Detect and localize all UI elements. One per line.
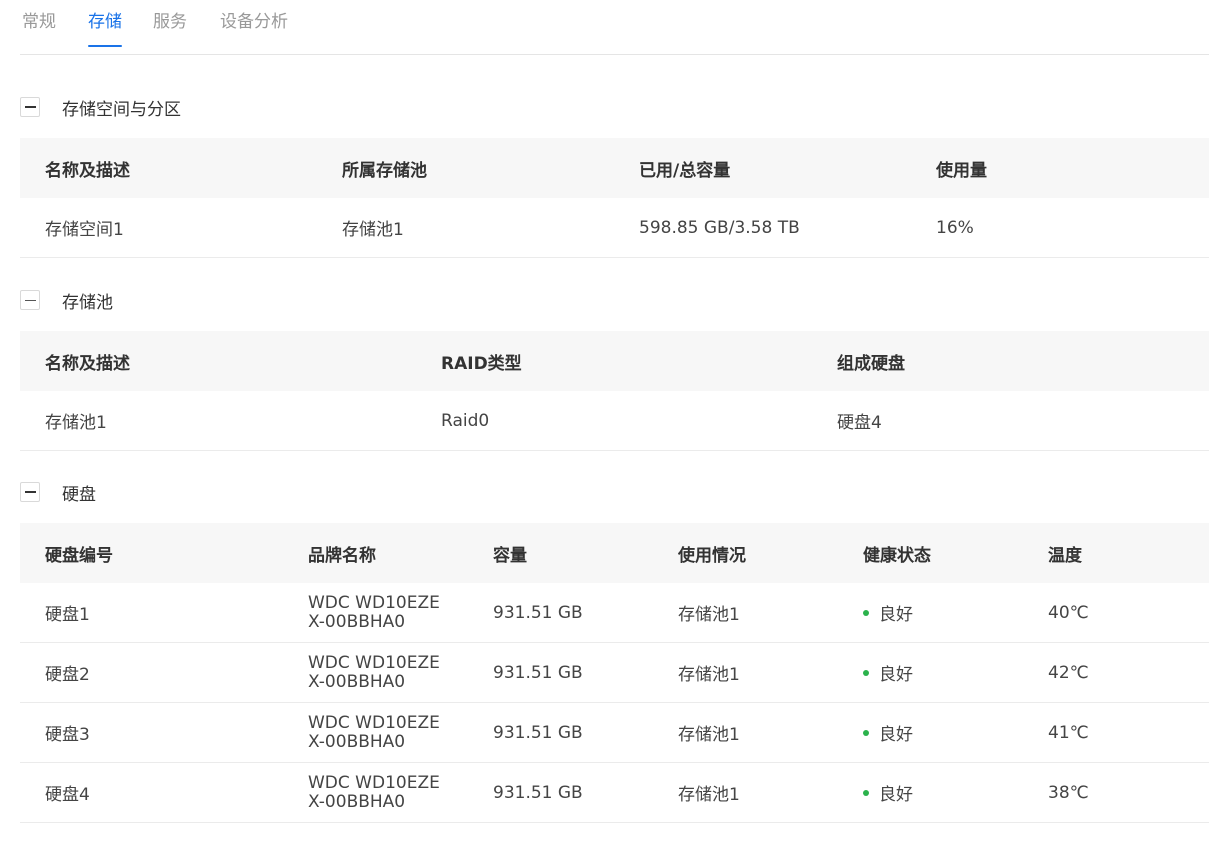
column-header: 使用情况 (653, 523, 838, 583)
disk-brand: WDC WD10EZE X-00BBHA0 (283, 642, 468, 703)
collapse-icon[interactable] (20, 482, 40, 502)
pool-raid-type: Raid0 (416, 391, 812, 451)
tab-storage[interactable]: 存储 (88, 10, 122, 47)
table-row[interactable]: 硬盘2 WDC WD10EZE X-00BBHA0 931.51 GB 存储池1 … (20, 642, 1209, 703)
disk-usage: 存储池1 (653, 762, 838, 823)
disks-table: 硬盘编号 品牌名称 容量 使用情况 健康状态 温度 硬盘1 WDC WD10EZ… (20, 523, 1209, 823)
disk-usage: 存储池1 (653, 702, 838, 763)
disk-temperature: 38℃ (1023, 762, 1209, 823)
column-header: 已用/总容量 (614, 138, 911, 198)
space-capacity: 598.85 GB/3.58 TB (614, 198, 911, 258)
active-tab-indicator (88, 45, 122, 47)
section-header-disks: 硬盘 (20, 481, 96, 505)
disk-health: 良好 (838, 583, 1023, 643)
column-header: 名称及描述 (20, 138, 317, 198)
column-header: 健康状态 (838, 523, 1023, 583)
disk-capacity: 931.51 GB (468, 762, 653, 823)
section-title: 存储池 (62, 292, 113, 313)
disk-brand: WDC WD10EZE X-00BBHA0 (283, 762, 468, 823)
tab-bar: 常规 存储 服务 设备分析 (20, 0, 1209, 55)
section-header-storage-space: 存储空间与分区 (20, 96, 181, 120)
section-title: 硬盘 (62, 484, 96, 505)
column-header: RAID类型 (416, 331, 812, 391)
disk-brand: WDC WD10EZE X-00BBHA0 (283, 583, 468, 643)
table-row[interactable]: 硬盘1 WDC WD10EZE X-00BBHA0 931.51 GB 存储池1 … (20, 583, 1209, 643)
disk-temperature: 42℃ (1023, 642, 1209, 703)
table-row[interactable]: 存储空间1 存储池1 598.85 GB/3.58 TB 16% (20, 198, 1209, 258)
disk-id: 硬盘1 (20, 583, 283, 643)
tab-general[interactable]: 常规 (22, 10, 56, 34)
status-dot-icon (863, 790, 869, 796)
disk-capacity: 931.51 GB (468, 642, 653, 703)
disk-usage: 存储池1 (653, 583, 838, 643)
tab-device-analysis[interactable]: 设备分析 (220, 10, 288, 34)
section-header-storage-pool: 存储池 (20, 289, 113, 313)
collapse-icon[interactable] (20, 290, 40, 310)
tab-services[interactable]: 服务 (153, 10, 187, 34)
disk-capacity: 931.51 GB (468, 583, 653, 643)
column-header: 所属存储池 (317, 138, 614, 198)
table-header-row: 名称及描述 所属存储池 已用/总容量 使用量 (20, 138, 1209, 198)
column-header: 组成硬盘 (812, 331, 1209, 391)
status-dot-icon (863, 610, 869, 616)
table-header-row: 硬盘编号 品牌名称 容量 使用情况 健康状态 温度 (20, 523, 1209, 583)
collapse-icon[interactable] (20, 97, 40, 117)
pool-name: 存储池1 (20, 391, 416, 451)
column-header: 品牌名称 (283, 523, 468, 583)
disk-health: 良好 (838, 762, 1023, 823)
space-usage: 16% (911, 198, 1209, 258)
storage-pool-table: 名称及描述 RAID类型 组成硬盘 存储池1 Raid0 硬盘4 (20, 331, 1209, 451)
space-pool: 存储池1 (317, 198, 614, 258)
table-row[interactable]: 硬盘4 WDC WD10EZE X-00BBHA0 931.51 GB 存储池1 … (20, 762, 1209, 823)
column-header: 使用量 (911, 138, 1209, 198)
disk-health: 良好 (838, 642, 1023, 703)
pool-disks: 硬盘4 (812, 391, 1209, 451)
status-dot-icon (863, 730, 869, 736)
column-header: 温度 (1023, 523, 1209, 583)
space-name: 存储空间1 (20, 198, 317, 258)
storage-space-table: 名称及描述 所属存储池 已用/总容量 使用量 存储空间1 存储池1 598.85… (20, 138, 1209, 258)
disk-id: 硬盘4 (20, 762, 283, 823)
disk-brand: WDC WD10EZE X-00BBHA0 (283, 702, 468, 763)
table-row[interactable]: 硬盘3 WDC WD10EZE X-00BBHA0 931.51 GB 存储池1 … (20, 702, 1209, 763)
disk-temperature: 41℃ (1023, 702, 1209, 763)
disk-health: 良好 (838, 702, 1023, 763)
column-header: 名称及描述 (20, 331, 416, 391)
disk-id: 硬盘3 (20, 702, 283, 763)
disk-id: 硬盘2 (20, 642, 283, 703)
disk-capacity: 931.51 GB (468, 702, 653, 763)
disk-usage: 存储池1 (653, 642, 838, 703)
table-row[interactable]: 存储池1 Raid0 硬盘4 (20, 391, 1209, 451)
section-title: 存储空间与分区 (62, 99, 181, 120)
column-header: 硬盘编号 (20, 523, 283, 583)
status-dot-icon (863, 670, 869, 676)
disk-temperature: 40℃ (1023, 583, 1209, 643)
column-header: 容量 (468, 523, 653, 583)
tab-storage-label: 存储 (88, 12, 122, 32)
table-header-row: 名称及描述 RAID类型 组成硬盘 (20, 331, 1209, 391)
